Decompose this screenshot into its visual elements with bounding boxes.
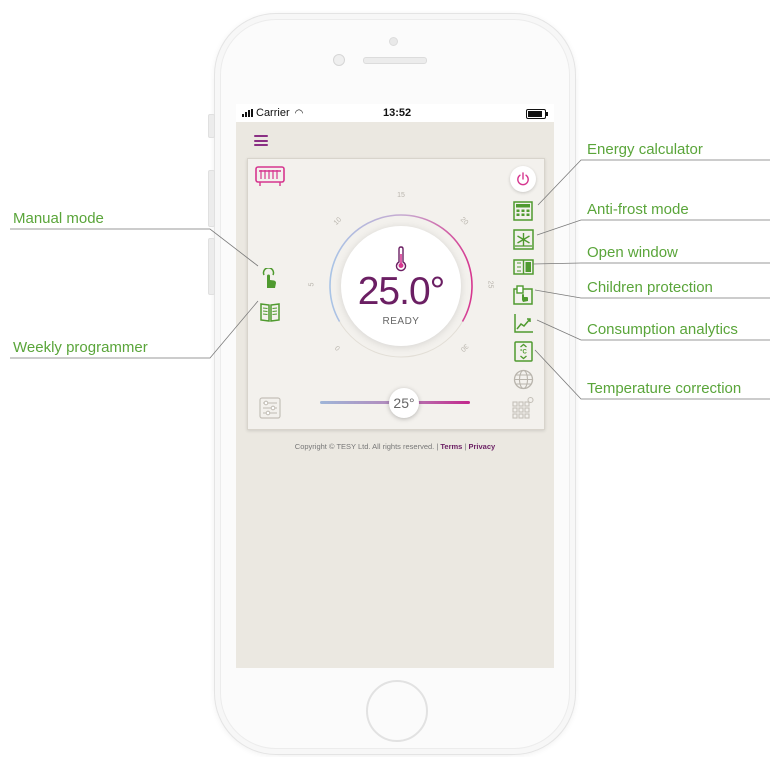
callout-open-window: Open window	[587, 244, 678, 261]
callout-weekly-programmer: Weekly programmer	[13, 339, 148, 356]
callout-energy-calculator: Energy calculator	[587, 141, 703, 158]
callout-consumption-analytics: Consumption analytics	[587, 321, 738, 338]
callout-manual-mode: Manual mode	[13, 210, 104, 227]
callout-children-protection: Children protection	[587, 279, 713, 296]
callout-anti-frost-mode: Anti-frost mode	[587, 201, 689, 218]
callout-lines	[10, 159, 770, 400]
callout-temperature-correction: Temperature correction	[587, 380, 742, 397]
